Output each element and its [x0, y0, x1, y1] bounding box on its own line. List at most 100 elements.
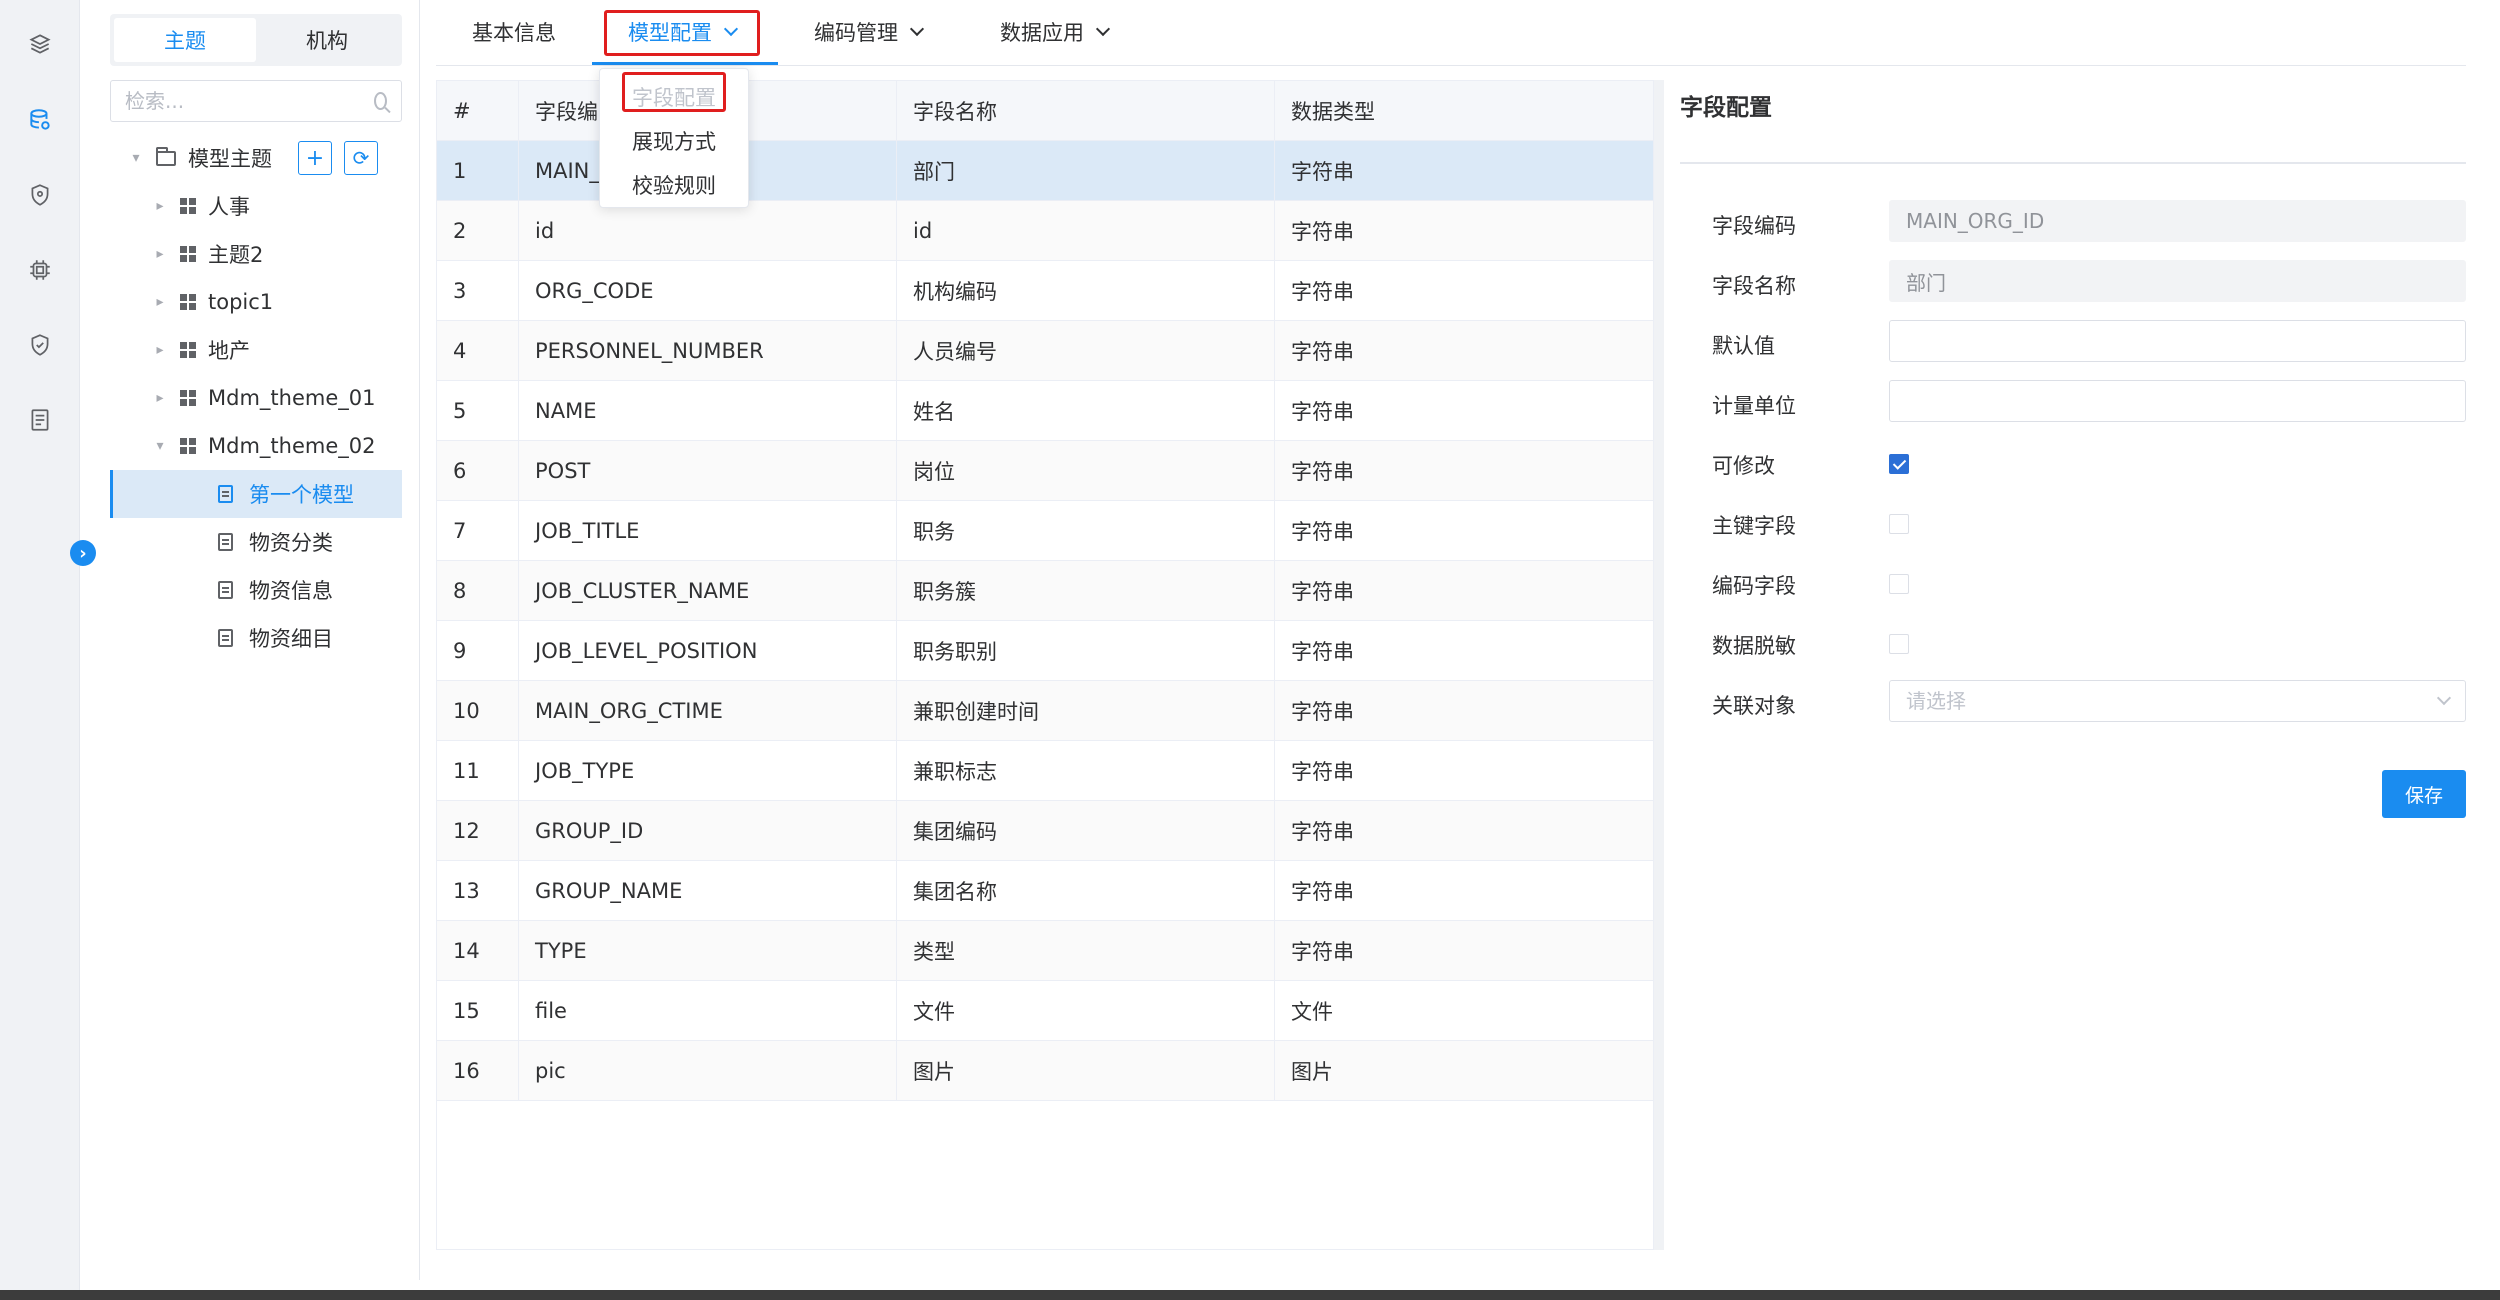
tab-code-management[interactable]: 编码管理: [814, 12, 925, 52]
table-row[interactable]: 9 JOB_LEVEL_POSITION 职务职别 字符串: [437, 621, 1653, 681]
caret-down-icon[interactable]: ▾: [128, 150, 144, 166]
grid-icon: [180, 198, 196, 214]
cell-data-type: 字符串: [1291, 819, 1354, 844]
code-field-label: 编码字段: [1712, 574, 1796, 598]
tree-item-topic[interactable]: ▸ 地产: [110, 326, 402, 374]
table-row[interactable]: 14 TYPE 类型 字符串: [437, 921, 1653, 981]
tree-item-label: 主题2: [208, 243, 264, 267]
segment-organization[interactable]: 机构: [256, 18, 398, 62]
chip-icon[interactable]: [24, 254, 56, 286]
add-topic-button[interactable]: +: [298, 141, 332, 175]
document-list-icon[interactable]: [24, 404, 56, 436]
default-value-input[interactable]: [1906, 329, 2449, 353]
field-code-label: 字段编码: [1712, 214, 1796, 238]
active-tab-indicator: [592, 62, 778, 65]
table-row[interactable]: 12 GROUP_ID 集团编码 字符串: [437, 801, 1653, 861]
code-field-checkbox[interactable]: [1889, 574, 1909, 594]
field-table: # 字段编 字段名称 数据类型 1 MAIN_(部门 字符串 2 id id 字符串 3O…: [436, 80, 1654, 1250]
tab-label: 模型配置: [628, 21, 712, 45]
table-row[interactable]: 4 PERSONNEL_NUMBER 人员编号 字符串: [437, 321, 1653, 381]
tree-item-model[interactable]: 物资分类: [110, 518, 402, 566]
table-row[interactable]: 2 id id 字符串: [437, 201, 1653, 261]
table-row[interactable]: 7 JOB_TITLE 职务 字符串: [437, 501, 1653, 561]
shield-icon[interactable]: [24, 179, 56, 211]
cell-field-code: GROUP_ID: [519, 801, 897, 860]
caret-right-icon[interactable]: ▸: [152, 246, 168, 262]
chevron-down-icon: [909, 21, 925, 37]
tree-item-label: 物资分类: [249, 531, 333, 555]
table-row[interactable]: 5 NAME 姓名 字符串: [437, 381, 1653, 441]
table-row[interactable]: 10 MAIN_ORG_CTIME 兼职创建时间 字符串: [437, 681, 1653, 741]
cell-field-name: 职务簇: [897, 561, 1275, 620]
cell-field-code: TYPE: [519, 921, 897, 980]
menu-item-validation-rules[interactable]: 校验规则: [600, 163, 748, 207]
panel-splitter[interactable]: [1654, 80, 1664, 1250]
cell-data-type: 字符串: [1291, 519, 1354, 544]
unit-input[interactable]: [1906, 389, 2449, 413]
tree-item-label: 物资细目: [249, 627, 333, 651]
save-button[interactable]: 保存: [2382, 770, 2466, 818]
table-row[interactable]: 8 JOB_CLUSTER_NAME 职务簇 字符串: [437, 561, 1653, 621]
chevron-down-icon: [2437, 690, 2452, 706]
caret-down-icon[interactable]: ▾: [152, 438, 168, 454]
tree-item-model-selected[interactable]: 第一个模型: [110, 470, 402, 518]
column-header-index: #: [437, 81, 519, 140]
caret-right-icon[interactable]: ▸: [152, 342, 168, 358]
editable-label: 可修改: [1712, 454, 1775, 478]
tree-item-topic[interactable]: ▸ topic1: [110, 278, 402, 326]
divider: [1680, 162, 2466, 164]
security-icon[interactable]: [24, 329, 56, 361]
column-header-field-name[interactable]: 字段名称: [897, 81, 1275, 140]
folder-icon: [156, 146, 176, 166]
editable-checkbox[interactable]: [1889, 454, 1909, 474]
table-row[interactable]: 15 file 文件 文件: [437, 981, 1653, 1041]
segment-topic[interactable]: 主题: [114, 18, 256, 62]
default-value-field[interactable]: [1889, 320, 2466, 362]
cell-data-type: 字符串: [1291, 879, 1354, 904]
menu-item-display-mode[interactable]: 展现方式: [600, 119, 748, 163]
unit-field[interactable]: [1889, 380, 2466, 422]
tree-item-model[interactable]: 物资信息: [110, 566, 402, 614]
related-object-select[interactable]: [1889, 680, 2466, 722]
search-icon: [374, 92, 387, 110]
table-row[interactable]: 6 POST 岗位 字符串: [437, 441, 1653, 501]
masking-checkbox[interactable]: [1889, 634, 1909, 654]
window-bottom-edge: [0, 1290, 2500, 1300]
tree-item-topic[interactable]: ▸ Mdm_theme_01: [110, 374, 402, 422]
table-row[interactable]: 16 pic 图片 图片: [437, 1041, 1653, 1101]
table-row[interactable]: 11 JOB_TYPE 兼职标志 字符串: [437, 741, 1653, 801]
layers-icon[interactable]: [24, 28, 56, 60]
tree-item-topic[interactable]: ▸ 人事: [110, 182, 402, 230]
table-row[interactable]: 3 ORG_CODE 机构编码 字符串: [437, 261, 1653, 321]
tab-basic-info[interactable]: 基本信息: [472, 12, 556, 52]
cell-field-name: id: [897, 201, 1275, 260]
tree-root[interactable]: ▾ 模型主题 + ⟳: [110, 134, 402, 182]
tree-search[interactable]: [110, 80, 402, 122]
cell-index: 9: [437, 621, 519, 680]
masking-label: 数据脱敏: [1712, 634, 1796, 658]
cell-index: 1: [437, 141, 519, 200]
caret-right-icon[interactable]: ▸: [152, 294, 168, 310]
cell-field-code: POST: [519, 441, 897, 500]
related-object-input[interactable]: [1906, 689, 2440, 713]
cell-field-code: id: [519, 201, 897, 260]
tab-data-application[interactable]: 数据应用: [1000, 12, 1111, 52]
cell-field-code: JOB_TITLE: [519, 501, 897, 560]
primary-key-checkbox[interactable]: [1889, 514, 1909, 534]
expand-sidebar-button[interactable]: ›: [70, 540, 96, 566]
column-header-data-type[interactable]: 数据类型: [1275, 81, 1653, 140]
tree-item-topic[interactable]: ▸ 主题2: [110, 230, 402, 278]
tab-bar: 基本信息 模型配置 编码管理 数据应用: [436, 0, 2466, 66]
tab-model-config[interactable]: 模型配置: [628, 12, 739, 52]
refresh-tree-button[interactable]: ⟳: [344, 141, 378, 175]
tree-item-model[interactable]: 物资细目: [110, 614, 402, 662]
caret-right-icon[interactable]: ▸: [152, 198, 168, 214]
tree-item-label: 地产: [208, 339, 250, 363]
menu-item-field-config[interactable]: 字段配置: [600, 75, 748, 119]
tree-search-input[interactable]: [125, 89, 374, 113]
caret-right-icon[interactable]: ▸: [152, 390, 168, 406]
database-icon[interactable]: [24, 104, 56, 136]
field-name-input: 部门: [1889, 260, 2466, 302]
tree-item-topic[interactable]: ▾ Mdm_theme_02: [110, 422, 402, 470]
table-row[interactable]: 13 GROUP_NAME 集团名称 字符串: [437, 861, 1653, 921]
